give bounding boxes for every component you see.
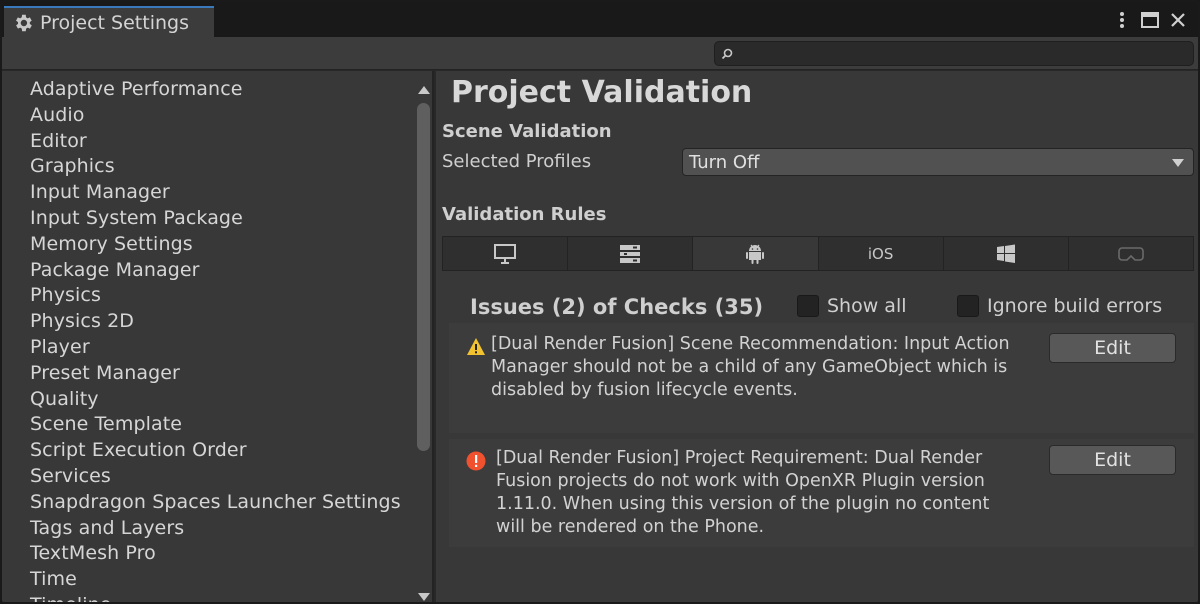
sidebar-item[interactable]: Input Manager (30, 180, 401, 206)
search-input[interactable] (733, 42, 1193, 65)
sidebar-item[interactable]: TextMesh Pro (30, 541, 401, 567)
warning-icon (467, 338, 485, 355)
chevron-down-icon (1172, 159, 1184, 167)
page-title: Project Validation (451, 75, 753, 110)
maximize-icon[interactable] (1140, 10, 1160, 30)
ignore-build-errors-label: Ignore build errors (987, 295, 1163, 317)
tab-server[interactable] (568, 237, 694, 270)
monitor-icon (494, 243, 517, 264)
show-all-toggle[interactable]: Show all (797, 295, 907, 317)
sidebar-item[interactable]: Time (30, 567, 401, 593)
sidebar-item[interactable]: Editor (30, 129, 401, 155)
sidebar-item[interactable]: Graphics (30, 154, 401, 180)
sidebar-item[interactable]: Memory Settings (30, 232, 401, 258)
validation-rules-heading: Validation Rules (442, 204, 607, 225)
toolbar (2, 37, 1198, 70)
sidebar-item[interactable]: Timeline (30, 593, 401, 602)
ios-tab-label: iOS (867, 244, 894, 263)
main-panel: Project Validation Scene Validation Sele… (436, 71, 1198, 602)
server-icon (620, 244, 641, 263)
sidebar-item[interactable]: Snapdragon Spaces Launcher Settings (30, 490, 401, 516)
tab-android[interactable] (693, 237, 819, 270)
show-all-label: Show all (827, 295, 907, 317)
search-field[interactable] (714, 41, 1194, 66)
selected-profiles-dropdown[interactable]: Turn Off (682, 148, 1194, 176)
kebab-menu-icon[interactable] (1112, 10, 1132, 30)
error-icon (466, 451, 486, 471)
search-icon (721, 48, 733, 59)
ignore-build-errors-toggle[interactable]: Ignore build errors (957, 295, 1162, 317)
edit-button[interactable]: Edit (1049, 445, 1176, 475)
sidebar-item[interactable]: Player (30, 335, 401, 361)
sidebar-item[interactable]: Quality (30, 387, 401, 413)
sidebar-item[interactable]: Preset Manager (30, 361, 401, 387)
sidebar-item[interactable]: Package Manager (30, 258, 401, 284)
selected-profiles-label: Selected Profiles (442, 151, 592, 172)
selected-profiles-value: Turn Off (689, 151, 760, 173)
sidebar-item[interactable]: Services (30, 464, 401, 490)
show-all-checkbox[interactable] (797, 295, 819, 317)
windows-icon (996, 244, 1015, 263)
edit-button[interactable]: Edit (1049, 333, 1176, 363)
issue-item: [Dual Render Fusion] Scene Recommendatio… (449, 323, 1194, 433)
issue-item: [Dual Render Fusion] Project Requirement… (449, 439, 1194, 547)
sidebar-item[interactable]: Adaptive Performance (30, 77, 401, 103)
sidebar-item[interactable]: Physics 2D (30, 309, 401, 335)
scene-validation-heading: Scene Validation (442, 121, 612, 142)
sidebar-item[interactable]: Tags and Layers (30, 516, 401, 542)
project-settings-window: Project Settings Adaptive Performance Aud… (0, 0, 1200, 604)
scroll-down-arrow-icon[interactable] (417, 590, 431, 602)
sidebar-list: Adaptive Performance Audio Editor Graphics I… (30, 77, 401, 602)
tab-ios[interactable]: iOS (818, 237, 944, 270)
sidebar-item[interactable]: Audio (30, 103, 401, 129)
android-icon (746, 244, 765, 264)
issue-text: [Dual Render Fusion] Project Requirement… (496, 448, 990, 537)
sidebar-item[interactable]: Input System Package (30, 206, 401, 232)
sidebar-item[interactable]: Physics (30, 283, 401, 309)
gear-icon (16, 14, 32, 32)
title-bar: Project Settings (2, 2, 1198, 38)
issue-text: [Dual Render Fusion] Scene Recommendatio… (491, 334, 1010, 400)
close-icon[interactable] (1168, 10, 1188, 30)
settings-sidebar: Adaptive Performance Audio Editor Graphics I… (2, 71, 434, 602)
tab-windows[interactable] (943, 237, 1069, 270)
issues-heading: Issues (2) of Checks (35) (470, 295, 764, 319)
platform-tabs: iOS (442, 236, 1194, 271)
window-tab[interactable]: Project Settings (4, 6, 214, 38)
ignore-build-errors-checkbox[interactable] (957, 295, 979, 317)
tab-standalone[interactable] (443, 237, 569, 270)
issues-panel: Issues (2) of Checks (35) Show all Ignor… (442, 271, 1194, 577)
scroll-up-arrow-icon[interactable] (417, 83, 431, 97)
headset-icon (1118, 246, 1144, 261)
sidebar-item[interactable]: Scene Template (30, 412, 401, 438)
tab-vr[interactable] (1068, 237, 1194, 270)
sidebar-item[interactable]: Script Execution Order (30, 438, 401, 464)
window-title: Project Settings (40, 12, 189, 34)
sidebar-scrollbar[interactable] (414, 79, 432, 602)
scroll-thumb[interactable] (417, 103, 430, 451)
